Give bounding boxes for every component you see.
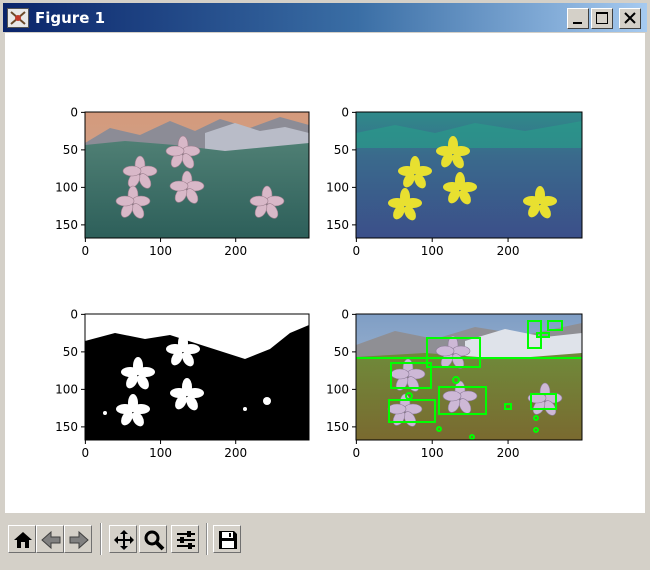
x-tick-label: 200 bbox=[224, 244, 247, 258]
figure-canvas[interactable]: 0 100 200 0 50 100 150 0 100 200 0 50 100 150 0 100 200 0… bbox=[5, 33, 645, 513]
home-icon bbox=[14, 532, 32, 548]
y-tick-label: 50 bbox=[63, 345, 78, 359]
figure-window: Figure 1 0 100 200 0 50 100 150 0 100 20… bbox=[0, 0, 650, 570]
pan-button[interactable] bbox=[109, 525, 137, 553]
arrow-right-icon bbox=[69, 530, 89, 550]
forward-button[interactable] bbox=[64, 525, 92, 553]
subplot-detections bbox=[355, 313, 583, 441]
y-tick-label: 50 bbox=[63, 143, 78, 157]
x-tick-label: 100 bbox=[149, 244, 172, 258]
y-tick-label: 0 bbox=[70, 307, 78, 321]
floppy-disk-icon bbox=[219, 531, 237, 549]
arrow-left-icon bbox=[41, 530, 61, 550]
app-icon bbox=[7, 8, 29, 28]
configure-subplots-button[interactable] bbox=[171, 525, 199, 553]
y-tick-label: 100 bbox=[55, 382, 78, 396]
save-button[interactable] bbox=[213, 525, 241, 553]
x-tick-label: 0 bbox=[82, 244, 90, 258]
y-tick-label: 0 bbox=[341, 105, 349, 119]
x-tick-label: 0 bbox=[353, 446, 361, 460]
sliders-icon bbox=[177, 531, 195, 549]
subplot-mask bbox=[84, 313, 310, 441]
y-tick-label: 50 bbox=[334, 345, 349, 359]
magnifier-icon bbox=[144, 530, 165, 551]
home-button[interactable] bbox=[8, 525, 36, 553]
y-tick-label: 50 bbox=[334, 143, 349, 157]
y-tick-label: 100 bbox=[326, 382, 349, 396]
x-tick-label: 200 bbox=[497, 446, 520, 460]
x-tick-label: 100 bbox=[421, 446, 444, 460]
back-button[interactable] bbox=[36, 525, 64, 553]
x-tick-label: 100 bbox=[421, 244, 444, 258]
minimize-icon bbox=[573, 22, 582, 24]
close-icon bbox=[624, 12, 636, 24]
move-icon bbox=[114, 530, 134, 550]
x-tick-label: 0 bbox=[82, 446, 90, 460]
y-tick-label: 150 bbox=[326, 218, 349, 232]
subplot-saliency bbox=[355, 111, 583, 239]
y-tick-label: 100 bbox=[326, 180, 349, 194]
x-tick-label: 0 bbox=[353, 244, 361, 258]
maximize-button[interactable] bbox=[591, 8, 613, 29]
y-tick-label: 150 bbox=[326, 420, 349, 434]
window-title: Figure 1 bbox=[35, 9, 106, 27]
close-button[interactable] bbox=[619, 8, 641, 29]
maximize-icon bbox=[596, 12, 608, 24]
y-tick-label: 150 bbox=[55, 218, 78, 232]
subplot-original bbox=[84, 111, 310, 239]
y-tick-label: 0 bbox=[70, 105, 78, 119]
y-tick-label: 150 bbox=[55, 420, 78, 434]
x-tick-label: 200 bbox=[224, 446, 247, 460]
minimize-button[interactable] bbox=[567, 8, 589, 29]
y-tick-label: 0 bbox=[341, 307, 349, 321]
x-tick-label: 200 bbox=[497, 244, 520, 258]
toolbar-separator bbox=[206, 523, 208, 555]
title-bar[interactable]: Figure 1 bbox=[3, 3, 647, 32]
zoom-button[interactable] bbox=[139, 525, 167, 553]
y-tick-label: 100 bbox=[55, 180, 78, 194]
x-tick-label: 100 bbox=[149, 446, 172, 460]
navigation-toolbar bbox=[5, 513, 645, 567]
toolbar-separator bbox=[100, 523, 102, 555]
